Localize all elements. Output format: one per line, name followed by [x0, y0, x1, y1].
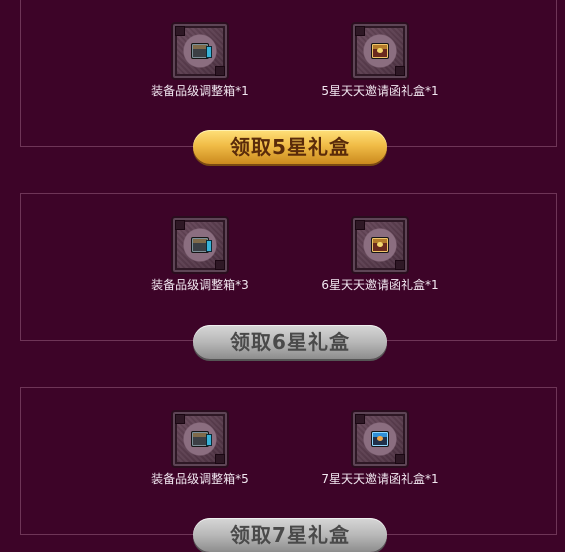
reward-item-invite-gift-6-star[interactable]: 6星天天邀请函礼盒*1 [300, 216, 460, 292]
claim-button-label: 领取5星礼盒 [230, 135, 350, 159]
reward-item-label: 6星天天邀请函礼盒*1 [321, 278, 439, 292]
reward-item-label: 5星天天邀请函礼盒*1 [321, 84, 439, 98]
claim-7-star-gift-button[interactable]: 领取7星礼盒 [193, 518, 387, 552]
gift-box-icon [351, 410, 409, 468]
chest-icon [171, 410, 229, 468]
reward-panel-7-star [20, 387, 557, 535]
claim-button-label: 领取7星礼盒 [230, 523, 350, 547]
reward-item-invite-gift-7-star[interactable]: 7星天天邀请函礼盒*1 [300, 410, 460, 486]
reward-item-label: 装备品级调整箱*1 [151, 84, 249, 98]
chest-icon [171, 216, 229, 274]
reward-item-label: 装备品级调整箱*3 [151, 278, 249, 292]
reward-panel-6-star [20, 193, 557, 341]
reward-panel-5-star [20, 0, 557, 147]
reward-item-invite-gift-5-star[interactable]: 5星天天邀请函礼盒*1 [300, 22, 460, 98]
chest-icon [171, 22, 229, 80]
claim-6-star-gift-button[interactable]: 领取6星礼盒 [193, 325, 387, 359]
claim-button-label: 领取6星礼盒 [230, 330, 350, 354]
reward-item-adjust-box-7-star[interactable]: 装备品级调整箱*5 [120, 410, 280, 486]
gift-box-icon [351, 216, 409, 274]
reward-item-adjust-box-6-star[interactable]: 装备品级调整箱*3 [120, 216, 280, 292]
claim-5-star-gift-button[interactable]: 领取5星礼盒 [193, 130, 387, 164]
reward-item-label: 7星天天邀请函礼盒*1 [321, 472, 439, 486]
gift-box-icon [351, 22, 409, 80]
reward-item-label: 装备品级调整箱*5 [151, 472, 249, 486]
reward-item-adjust-box-5-star[interactable]: 装备品级调整箱*1 [120, 22, 280, 98]
